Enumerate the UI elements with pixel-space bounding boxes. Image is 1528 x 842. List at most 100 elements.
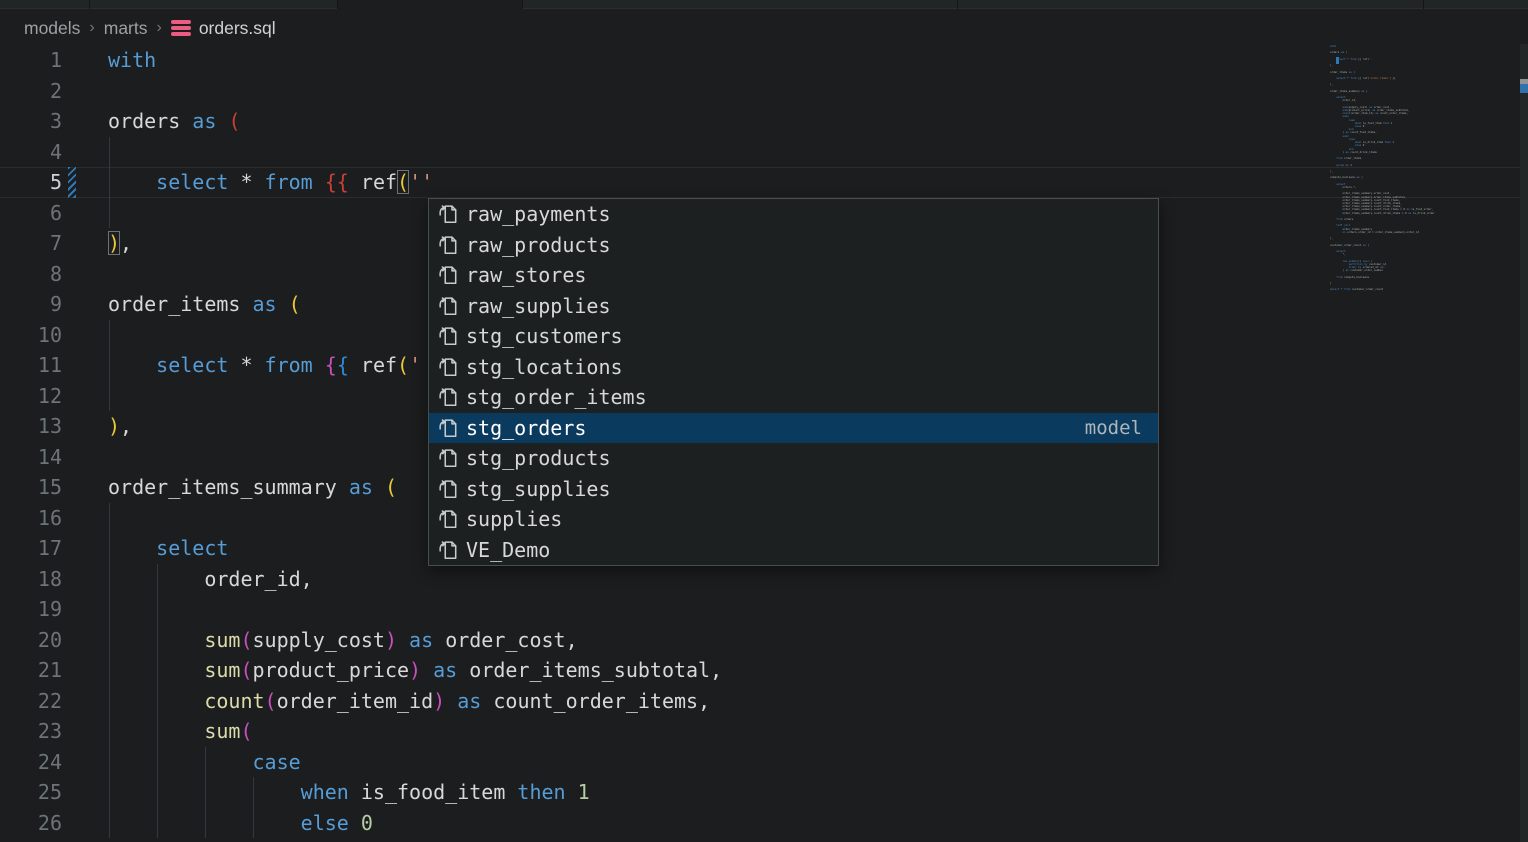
token-pln: [433, 628, 445, 652]
token-bgold: (: [385, 475, 397, 499]
suggestion-item[interactable]: supplies: [429, 504, 1158, 535]
token-str: '': [409, 170, 433, 194]
token-fn: sum: [204, 658, 240, 682]
suggest-widget: raw_payments raw_products raw_stores raw…: [428, 198, 1159, 566]
line-number: 3: [0, 106, 62, 137]
active-tab[interactable]: [338, 0, 522, 10]
code-line-15[interactable]: order_items_summary as (: [108, 472, 397, 503]
line-number: 18: [0, 564, 62, 595]
breadcrumb-item-models[interactable]: models: [24, 18, 80, 39]
minimap[interactable]: with orders as ( select * from {{ ref(''…: [1330, 45, 1518, 335]
token-pln: *: [228, 170, 264, 194]
line-number: 13: [0, 411, 62, 442]
suggestion-label: raw_supplies: [466, 294, 611, 318]
token-bpink: (: [240, 719, 252, 743]
code-line-17[interactable]: select: [108, 533, 228, 564]
breadcrumb-file-name[interactable]: orders.sql: [199, 18, 276, 39]
code-line-11[interactable]: select * from {{ ref(': [108, 350, 421, 381]
line-number: 21: [0, 655, 62, 686]
token-kw: case: [253, 750, 301, 774]
token-bgoldm: ): [108, 231, 120, 255]
suggestion-item[interactable]: stg_supplies: [429, 474, 1158, 505]
line-number: 14: [0, 442, 62, 473]
suggestion-label: raw_products: [466, 233, 611, 257]
line-number: 7: [0, 228, 62, 259]
code-line-1[interactable]: with: [108, 45, 156, 76]
code-line-26[interactable]: else 0: [108, 808, 373, 839]
line-number: 6: [0, 198, 62, 229]
line-number: 26: [0, 808, 62, 839]
token-kw: as: [192, 109, 216, 133]
tab-divider: [1423, 0, 1424, 9]
line-number: 10: [0, 320, 62, 351]
breadcrumb-item-marts[interactable]: marts: [104, 18, 148, 39]
token-pln: ,: [710, 658, 722, 682]
suggestion-item[interactable]: VE_Demo: [429, 535, 1158, 566]
line-number: 25: [0, 777, 62, 808]
token-pln: [481, 689, 493, 713]
suggestion-item[interactable]: stg_order_items: [429, 382, 1158, 413]
suggestion-label: raw_stores: [466, 263, 586, 287]
token-id: supply_cost: [253, 628, 385, 652]
token-pln: [349, 353, 361, 377]
token-fn: sum: [204, 628, 240, 652]
code-line-13[interactable]: ),: [108, 411, 132, 442]
suggestion-item[interactable]: stg_products: [429, 443, 1158, 474]
symbol-reference-icon: [437, 234, 459, 256]
overview-ruler-scrollbar[interactable]: [1520, 44, 1528, 842]
token-fn: count: [204, 689, 264, 713]
token-id: ref: [361, 353, 397, 377]
token-pln: [337, 475, 349, 499]
code-line-21[interactable]: sum(product_price) as order_items_subtot…: [108, 655, 722, 686]
code-line-22[interactable]: count(order_item_id) as count_order_item…: [108, 686, 710, 717]
code-line-24[interactable]: case: [108, 747, 301, 778]
suggestion-item-selected[interactable]: stg_ordersmodel: [429, 413, 1158, 444]
code-line-23[interactable]: sum(: [108, 716, 253, 747]
token-pln: [216, 109, 228, 133]
suggestion-item[interactable]: raw_products: [429, 230, 1158, 261]
suggestion-item[interactable]: raw_payments: [429, 199, 1158, 230]
suggestion-item[interactable]: stg_customers: [429, 321, 1158, 352]
suggestion-label: stg_locations: [466, 355, 623, 379]
token-pln: *: [228, 353, 264, 377]
minimap-content: with orders as ( select * from {{ ref(''…: [1330, 45, 1518, 292]
tab-divider: [89, 0, 90, 9]
line-number: 9: [0, 289, 62, 320]
token-num: 0: [361, 811, 373, 835]
symbol-reference-icon: [437, 386, 459, 408]
token-bpink: ): [433, 689, 445, 713]
minimap-modified-marker: [1336, 57, 1339, 64]
code-line-9[interactable]: order_items as (: [108, 289, 301, 320]
code-line-20[interactable]: sum(supply_cost) as order_cost,: [108, 625, 578, 656]
code-line-18[interactable]: order_id,: [108, 564, 313, 595]
suggestion-label: supplies: [466, 507, 562, 531]
symbol-reference-icon: [437, 508, 459, 530]
line-number: 2: [0, 76, 62, 107]
token-id: ref: [361, 170, 397, 194]
symbol-reference-icon: [437, 539, 459, 561]
symbol-reference-icon: [437, 447, 459, 469]
token-pln: [108, 750, 253, 774]
line-number: 1: [0, 45, 62, 76]
suggestion-item[interactable]: raw_stores: [429, 260, 1158, 291]
token-pln: [108, 719, 204, 743]
token-pln: [457, 658, 469, 682]
code-line-7[interactable]: ),: [108, 228, 132, 259]
token-id: order_item_id: [277, 689, 434, 713]
line-number: 12: [0, 381, 62, 412]
suggestion-item[interactable]: raw_supplies: [429, 291, 1158, 322]
suggestion-item[interactable]: stg_locations: [429, 352, 1158, 383]
token-pln: [349, 811, 361, 835]
gutter-modified-indicator[interactable]: [68, 167, 76, 198]
token-kw: else: [301, 811, 349, 835]
token-fn: sum: [204, 719, 240, 743]
token-str: ': [409, 353, 421, 377]
token-pln: [180, 109, 192, 133]
token-pln: [373, 475, 385, 499]
token-kw: as: [349, 475, 373, 499]
code-line-5[interactable]: select * from {{ ref('': [108, 167, 433, 198]
code-line-25[interactable]: when is_food_item then 1: [108, 777, 590, 808]
token-id: order_items_summary: [108, 475, 337, 499]
code-line-3[interactable]: orders as (: [108, 106, 240, 137]
suggestion-label: stg_products: [466, 446, 611, 470]
